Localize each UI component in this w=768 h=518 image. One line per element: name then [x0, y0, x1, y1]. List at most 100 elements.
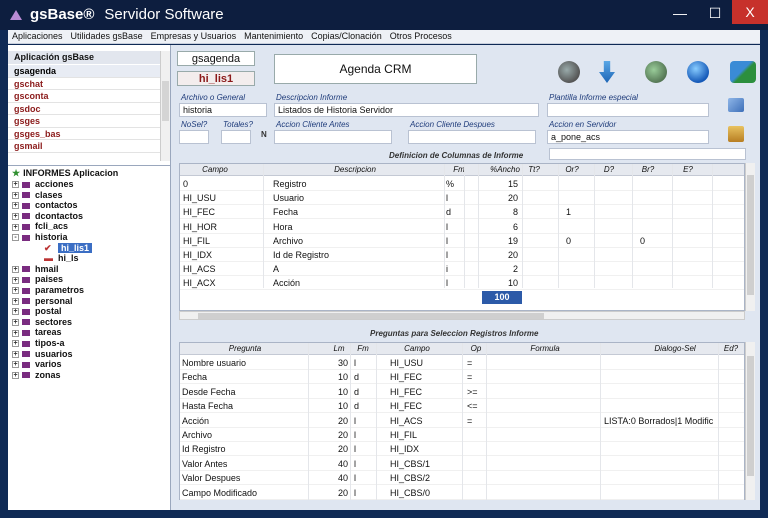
- expand-toggle-icon[interactable]: +: [12, 361, 19, 369]
- tree-node[interactable]: + fcli_acs: [12, 221, 68, 232]
- tree-node[interactable]: + tipos-a: [12, 338, 65, 349]
- app-list-item[interactable]: gsdoc: [8, 103, 160, 115]
- tree-node[interactable]: + tareas: [12, 327, 62, 338]
- menu-item[interactable]: Otros Procesos: [386, 30, 456, 41]
- tree-node[interactable]: + paises: [12, 274, 63, 285]
- users-icon[interactable]: [730, 61, 756, 83]
- column-header[interactable]: Lm: [328, 344, 350, 353]
- column-header[interactable]: Campo: [180, 165, 250, 174]
- accion-servidor-field[interactable]: a_pone_acs: [547, 130, 709, 144]
- tree-node[interactable]: ✔ hi_lis1: [44, 242, 93, 254]
- expand-toggle-icon[interactable]: +: [12, 276, 19, 284]
- expand-toggle-icon[interactable]: +: [12, 371, 19, 379]
- columns-hscroll[interactable]: [179, 311, 745, 320]
- tree-node[interactable]: + personal: [12, 296, 73, 307]
- app-list-item[interactable]: gsges: [8, 115, 160, 128]
- menu-item[interactable]: Mantenimiento: [240, 30, 307, 41]
- expand-toggle-icon[interactable]: +: [12, 308, 19, 316]
- tree-node[interactable]: + zonas: [12, 370, 61, 381]
- app-list-item[interactable]: gsagenda: [8, 65, 160, 78]
- tree-node[interactable]: + contactos: [12, 200, 78, 211]
- add-db-icon[interactable]: [645, 61, 667, 83]
- menu-item[interactable]: Utilidades gsBase: [67, 30, 147, 41]
- expand-toggle-icon[interactable]: +: [12, 340, 19, 348]
- column-row[interactable]: HI_FIL Archivo l 19 0 0: [180, 234, 744, 248]
- tree-node[interactable]: + postal: [12, 306, 62, 317]
- menu-item[interactable]: Empresas y Usuarios: [147, 30, 241, 41]
- delete-db-icon[interactable]: [558, 61, 580, 83]
- next-circle-icon[interactable]: [687, 61, 709, 83]
- expand-toggle-icon[interactable]: +: [12, 202, 19, 210]
- tree-node[interactable]: ▬ hi_ls: [44, 253, 79, 264]
- copy-icon[interactable]: [728, 98, 744, 112]
- column-header[interactable]: Descripcion: [265, 165, 445, 174]
- column-row[interactable]: HI_IDX Id de Registro l 20: [180, 248, 744, 262]
- tree-node[interactable]: - historia: [12, 232, 68, 243]
- expand-toggle-icon[interactable]: +: [12, 223, 19, 231]
- app-list-item[interactable]: gsconta: [8, 90, 160, 103]
- clipboard-icon[interactable]: [728, 126, 744, 142]
- column-row[interactable]: 0 Registro% 15: [180, 177, 744, 191]
- column-header[interactable]: Or?: [560, 165, 584, 174]
- expand-toggle-icon[interactable]: +: [12, 318, 19, 326]
- questions-section-title: Preguntas para Seleccion Registros Infor…: [370, 329, 539, 338]
- expand-toggle-icon[interactable]: +: [12, 265, 19, 273]
- column-header[interactable]: Formula: [490, 344, 600, 353]
- column-header[interactable]: Fm: [446, 165, 472, 174]
- column-header[interactable]: Campo: [380, 344, 454, 353]
- apps-scrollbar[interactable]: [160, 51, 170, 161]
- tree-node[interactable]: + clases: [12, 190, 63, 201]
- menu-item[interactable]: Copias/Clonación: [307, 30, 386, 41]
- app-list-item[interactable]: gsges_bas: [8, 128, 160, 140]
- expand-toggle-icon[interactable]: -: [12, 234, 19, 242]
- tree-node[interactable]: + usuarios: [12, 349, 73, 360]
- accion-antes-field[interactable]: [274, 130, 392, 144]
- plantilla-field[interactable]: [547, 103, 709, 117]
- tree-node[interactable]: + acciones: [12, 179, 74, 190]
- archivo-field[interactable]: historia: [179, 103, 267, 117]
- column-header[interactable]: Br?: [636, 165, 660, 174]
- columns-filter-field[interactable]: [549, 148, 746, 160]
- column-header[interactable]: E?: [676, 165, 700, 174]
- tab-hi-lis1[interactable]: hi_lis1: [177, 71, 255, 86]
- nosel-field[interactable]: [179, 130, 209, 144]
- column-header[interactable]: Fm: [352, 344, 374, 353]
- tab-gsagenda[interactable]: gsagenda: [177, 51, 255, 66]
- column-header[interactable]: Pregunta: [180, 344, 310, 353]
- download-arrow-icon[interactable]: [599, 61, 615, 83]
- expand-toggle-icon[interactable]: +: [12, 287, 19, 295]
- tree-node[interactable]: + dcontactos: [12, 211, 83, 222]
- expand-toggle-icon[interactable]: +: [12, 329, 19, 337]
- column-row[interactable]: HI_HOR Hora l 6: [180, 220, 744, 234]
- close-button[interactable]: X: [732, 0, 768, 24]
- column-row[interactable]: HI_FEC Fecha d 8 1: [180, 205, 744, 220]
- top-toolbar: gsagenda hi_lis1 Agenda CRM: [175, 49, 760, 91]
- app-list-item[interactable]: gschat: [8, 78, 160, 90]
- questions-vscroll[interactable]: [745, 342, 755, 500]
- accion-despues-field[interactable]: [408, 130, 536, 144]
- expand-toggle-icon[interactable]: +: [12, 350, 19, 358]
- column-header[interactable]: Tt?: [525, 165, 543, 174]
- column-header[interactable]: Ed?: [720, 344, 742, 353]
- folder-icon: [22, 181, 30, 188]
- descripcion-field[interactable]: Listados de Historia Servidor: [274, 103, 539, 117]
- column-row[interactable]: HI_USU Usuario l 20: [180, 191, 744, 206]
- tree-node[interactable]: + sectores: [12, 317, 72, 328]
- column-row[interactable]: HI_ACX Acción l 10: [180, 276, 744, 291]
- minimize-button[interactable]: —: [664, 0, 696, 26]
- app-list-item[interactable]: gsmail: [8, 140, 160, 153]
- maximize-button[interactable]: ☐: [698, 0, 732, 26]
- tree-node[interactable]: + varios: [12, 359, 62, 370]
- menu-item[interactable]: Aplicaciones: [8, 30, 67, 41]
- column-header[interactable]: Op: [464, 344, 488, 353]
- totales-field[interactable]: [221, 130, 251, 144]
- tree-node[interactable]: + parametros: [12, 285, 84, 296]
- expand-toggle-icon[interactable]: +: [12, 297, 19, 305]
- column-row[interactable]: HI_ACS Ai 2: [180, 262, 744, 277]
- columns-vscroll[interactable]: [745, 163, 755, 311]
- expand-toggle-icon[interactable]: +: [12, 212, 19, 220]
- expand-toggle-icon[interactable]: +: [12, 191, 19, 199]
- column-header[interactable]: D?: [598, 165, 620, 174]
- expand-toggle-icon[interactable]: +: [12, 181, 19, 189]
- tree-node[interactable]: + hmail: [12, 264, 59, 275]
